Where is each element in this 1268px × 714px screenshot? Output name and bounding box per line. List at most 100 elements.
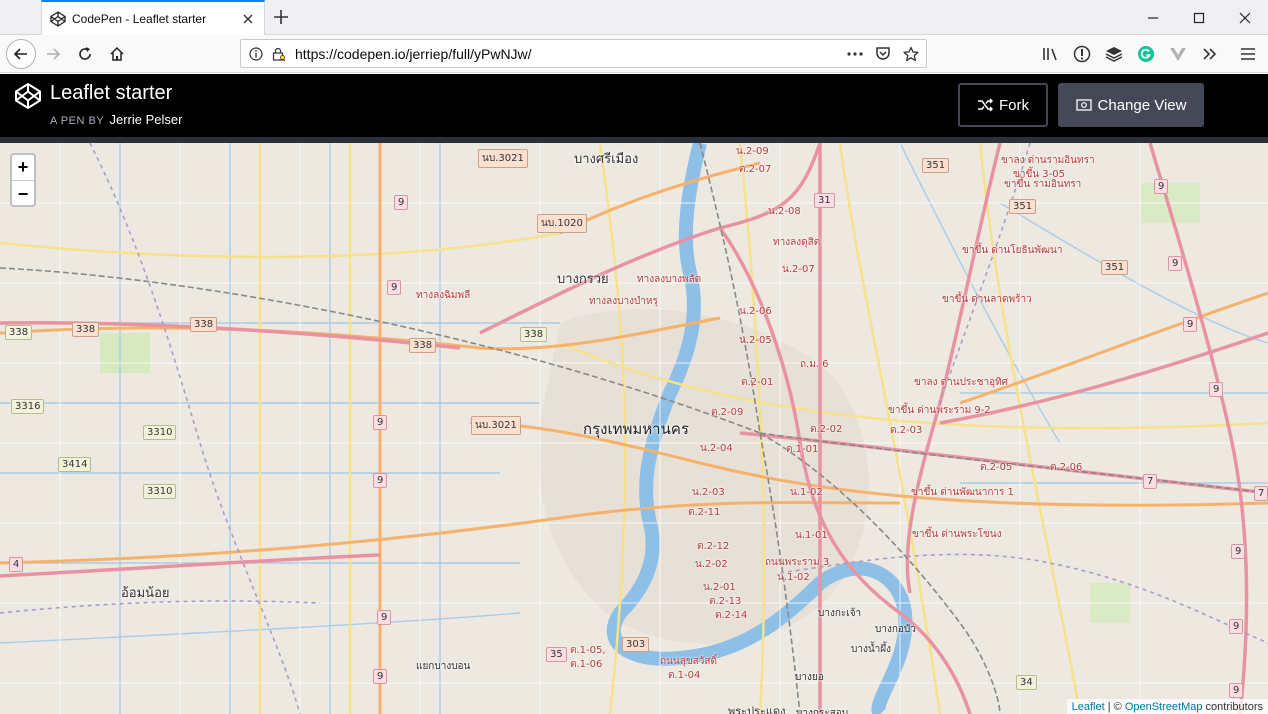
leaflet-map[interactable]: กรุงเทพมหานคร บางกรวย บางศรีเมือง อ้อมน้…	[0, 143, 1268, 714]
road-label: ขาขึ้น รามอินทรา	[1004, 179, 1082, 190]
minimize-icon[interactable]	[1130, 0, 1176, 35]
fork-label: Fork	[999, 96, 1029, 114]
change-view-icon	[1075, 99, 1092, 111]
place-yaek-bang-bon: แยกบางบอน	[416, 661, 471, 672]
road-shield: 35	[546, 647, 567, 662]
road-shield: 9	[1229, 683, 1244, 698]
zoom-out-button[interactable]: −	[12, 181, 34, 205]
road-shield: 3414	[58, 457, 92, 472]
place-bang-krasob: บางกระสอบ	[796, 708, 849, 714]
road-shield: 9	[377, 610, 392, 625]
change-view-button[interactable]: Change View	[1058, 83, 1204, 127]
road-label: ขาขึ้น ด่านพระโขนง	[912, 529, 1002, 540]
info-icon[interactable]	[245, 43, 267, 65]
road-shield: 9	[1183, 317, 1198, 332]
pocket-icon[interactable]	[872, 43, 894, 65]
codepen-logo-icon[interactable]	[14, 82, 42, 110]
attribution-suffix: contributors	[1202, 700, 1263, 713]
road-label: ทางลงฉิมพลี	[416, 290, 471, 301]
fork-button[interactable]: Fork	[958, 83, 1048, 127]
road-label: น.1-02	[777, 572, 810, 583]
road-shield: นบ.3021	[478, 149, 528, 168]
road-shield: นบ.3021	[471, 416, 521, 435]
window-close-icon[interactable]	[1222, 0, 1268, 35]
page-actions-icon[interactable]	[844, 43, 866, 65]
road-label: ทางลงบางบำหรุ	[589, 296, 658, 307]
road-shield: 338	[72, 322, 100, 337]
layers-icon[interactable]	[1103, 43, 1125, 65]
nav-bar: https://codepen.io/jerriep/full/yPwNJw/	[0, 35, 1268, 73]
tab-bar: CodePen - Leaflet starter	[0, 0, 1268, 35]
road-label: ถนนพระราม 3	[765, 557, 830, 568]
byline-prefix: A PEN BY	[50, 115, 104, 127]
change-view-label: Change View	[1097, 96, 1187, 114]
grammarly-icon[interactable]	[1135, 43, 1157, 65]
osm-link[interactable]: OpenStreetMap	[1125, 701, 1203, 713]
road-label: ต.2-09	[711, 407, 744, 418]
road-label: ต.2-01	[741, 377, 774, 388]
browser-tab[interactable]: CodePen - Leaflet starter	[41, 0, 265, 35]
road-label: น.1-02	[790, 487, 823, 498]
road-label: ต.1-05,	[570, 645, 606, 656]
library-icon[interactable]	[1040, 43, 1062, 65]
road-shield: 7	[1143, 474, 1158, 489]
forward-button[interactable]	[38, 39, 68, 69]
overflow-chevron-icon[interactable]	[1199, 43, 1221, 65]
road-label: ถนนสุขสวัสดิ์	[660, 656, 717, 667]
url-bar[interactable]: https://codepen.io/jerriep/full/yPwNJw/	[240, 39, 927, 68]
zoom-in-button[interactable]: +	[12, 155, 34, 181]
road-label: ขาลง ด่านรามอินทรา	[1001, 155, 1095, 166]
tab-title: CodePen - Leaflet starter	[72, 11, 207, 26]
place-phra-pradaeng: พระประแดง	[728, 705, 786, 714]
road-shield: 9	[1154, 179, 1169, 194]
road-shield: 338	[5, 325, 33, 340]
reload-button[interactable]	[70, 39, 100, 69]
back-arrow-icon	[13, 48, 27, 60]
road-label: น.2-08	[768, 206, 801, 217]
forward-arrow-icon	[47, 48, 61, 60]
tab-close-icon[interactable]	[238, 9, 258, 29]
road-label: ต.2-14	[715, 610, 748, 621]
road-label: ต.2-11	[688, 507, 721, 518]
place-bang-kachao: บางกะเจ้า	[818, 608, 862, 619]
vpn-shield-icon[interactable]	[1167, 43, 1189, 65]
extension-circle-icon[interactable]	[1071, 43, 1093, 65]
road-shield: 9	[373, 473, 388, 488]
road-label: ทางลงดุสิต	[773, 237, 821, 248]
author-link[interactable]: Jerrie Pelser	[110, 112, 183, 127]
leaflet-link[interactable]: Leaflet	[1072, 701, 1105, 713]
road-label: ต.1-04	[668, 670, 701, 681]
fork-icon	[978, 98, 993, 112]
road-label: ต.1-06	[570, 659, 603, 670]
road-shield: 9	[373, 669, 388, 684]
hamburger-menu-icon[interactable]	[1237, 43, 1259, 65]
road-shield: 9	[394, 195, 409, 210]
road-label: ขาขึ้น ด่านลาดพร้าว	[942, 294, 1032, 305]
maximize-icon[interactable]	[1176, 0, 1222, 35]
road-label: ขาขึ้น ด่านพระราม 9-2	[888, 405, 991, 416]
place-bang-si-mueang: บางศรีเมือง	[574, 152, 639, 167]
road-label: ต.2-13	[709, 596, 742, 607]
url-text[interactable]: https://codepen.io/jerriep/full/yPwNJw/	[295, 46, 844, 62]
place-bangkok: กรุงเทพมหานคร	[583, 420, 689, 438]
back-button[interactable]	[6, 39, 36, 69]
map-attribution: Leaflet | © OpenStreetMap contributors	[1066, 699, 1268, 714]
road-shield: 351	[922, 158, 950, 173]
road-label: ขาลง ด่านประชาอุทิศ	[914, 377, 1009, 388]
road-shield: 338	[520, 327, 548, 342]
road-label: น.2-05	[739, 335, 772, 346]
bookmark-star-icon[interactable]	[900, 43, 922, 65]
home-icon	[110, 46, 124, 61]
place-bang-nam-phueng: บางน้ำผึ้ง	[851, 644, 892, 655]
road-shield: 9	[373, 415, 388, 430]
road-shield: 303	[622, 637, 650, 652]
new-tab-icon[interactable]	[272, 8, 290, 26]
road-shield: 7	[1254, 486, 1268, 501]
road-shield: 9	[1168, 256, 1183, 271]
home-button[interactable]	[102, 39, 132, 69]
insecure-lock-icon[interactable]	[267, 43, 289, 65]
road-shield: 3310	[143, 484, 177, 499]
road-label: ต.2-06	[1050, 462, 1083, 473]
road-label: น.2-04	[700, 443, 733, 454]
place-bang-yo: บางยอ	[795, 672, 824, 683]
